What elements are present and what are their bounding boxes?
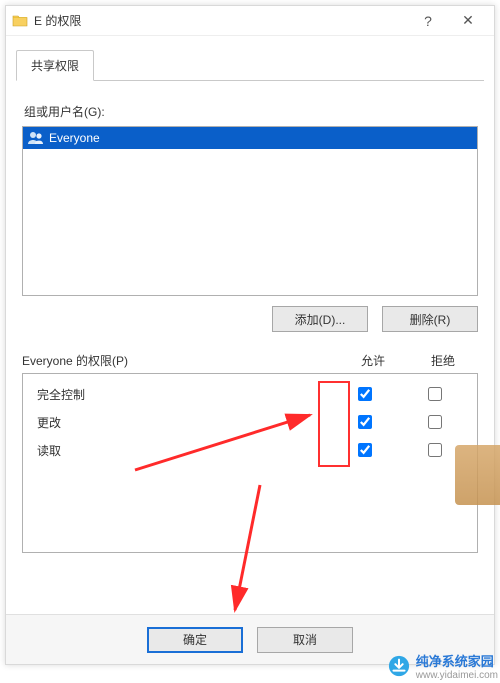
watermark-name: 纯净系统家园 — [416, 651, 498, 670]
list-item[interactable]: Everyone — [23, 127, 477, 149]
allow-checkbox-change[interactable] — [358, 415, 372, 429]
allow-checkbox-full-control[interactable] — [358, 387, 372, 401]
window-controls: ? ✕ — [408, 6, 488, 36]
permissions-grid: 完全控制 更改 读取 — [22, 373, 478, 553]
tab-share-permissions[interactable]: 共享权限 — [16, 50, 94, 81]
list-item-label: Everyone — [49, 131, 100, 145]
groups-label: 组或用户名(G): — [24, 103, 478, 120]
user-buttons-row: 添加(D)... 删除(R) — [22, 306, 478, 332]
deny-checkbox-change[interactable] — [428, 415, 442, 429]
perm-name: 更改 — [31, 414, 329, 431]
add-button[interactable]: 添加(D)... — [272, 306, 368, 332]
deny-column-header: 拒绝 — [408, 352, 478, 369]
watermark-url: www.yidaimei.com — [416, 670, 498, 681]
tab-strip: 共享权限 — [6, 36, 494, 81]
permissions-for-label: Everyone 的权限(P) — [22, 352, 338, 369]
close-button[interactable]: ✕ — [448, 6, 488, 36]
allow-checkbox-read[interactable] — [358, 443, 372, 457]
titlebar: E 的权限 ? ✕ — [6, 6, 494, 36]
decorative-box-icon — [455, 445, 500, 505]
folder-icon — [12, 13, 28, 29]
perm-row: 完全控制 — [31, 380, 469, 408]
deny-checkbox-read[interactable] — [428, 443, 442, 457]
permissions-header: Everyone 的权限(P) 允许 拒绝 — [22, 352, 478, 369]
ok-button[interactable]: 确定 — [147, 627, 243, 653]
perm-row: 更改 — [31, 408, 469, 436]
dialog-window: E 的权限 ? ✕ 共享权限 组或用户名(G): Every — [5, 5, 495, 665]
panel-body: 组或用户名(G): Everyone 添加(D)... 删除(R) Everyo — [6, 81, 494, 563]
deny-checkbox-full-control[interactable] — [428, 387, 442, 401]
users-icon — [27, 130, 45, 146]
watermark-logo-icon — [388, 655, 410, 677]
window-title: E 的权限 — [34, 12, 408, 29]
perm-row: 读取 — [31, 436, 469, 464]
allow-column-header: 允许 — [338, 352, 408, 369]
perm-name: 完全控制 — [31, 386, 329, 403]
users-listbox[interactable]: Everyone — [22, 126, 478, 296]
watermark: 纯净系统家园 www.yidaimei.com — [388, 651, 498, 681]
remove-button[interactable]: 删除(R) — [382, 306, 478, 332]
help-button[interactable]: ? — [408, 6, 448, 36]
cancel-button[interactable]: 取消 — [257, 627, 353, 653]
perm-name: 读取 — [31, 442, 329, 459]
